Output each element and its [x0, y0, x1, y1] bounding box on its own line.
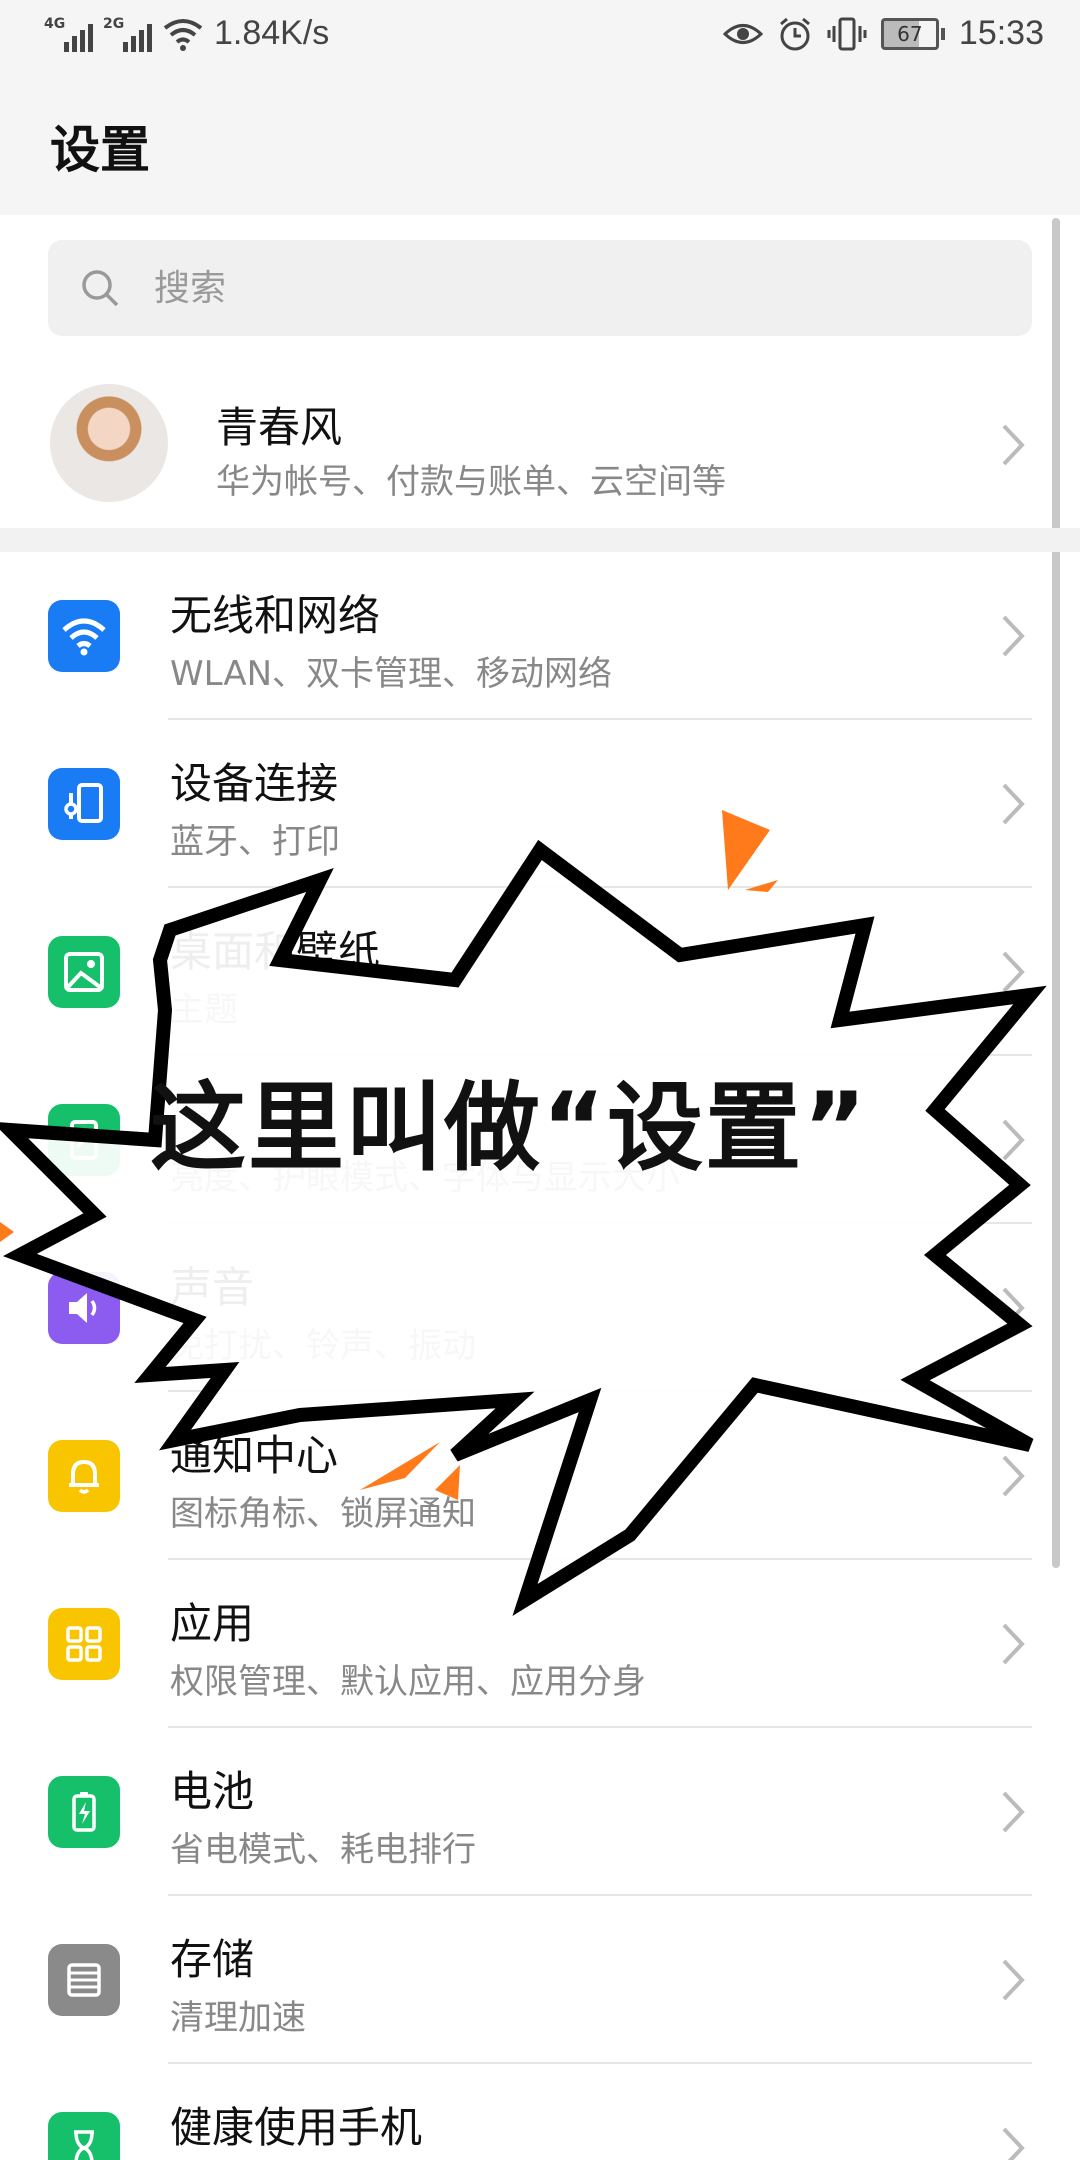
settings-screen: 4G 2G 1.84K/s 67 15:33 设置 搜索 青春风 华为帐号、付款…: [0, 0, 1080, 2160]
clock: 15:33: [958, 14, 1044, 52]
settings-item-wireless[interactable]: 无线和网络 WLAN、双卡管理、移动网络: [0, 552, 1080, 720]
item-subtitle: 蓝牙、打印: [170, 822, 340, 862]
item-title: 健康使用手机: [170, 2103, 423, 2152]
display-icon: [48, 1104, 120, 1176]
item-title: 声音: [170, 1263, 255, 1312]
chevron-right-icon: [1002, 1623, 1025, 1665]
item-title: 应用: [170, 1599, 255, 1648]
wifi-status-icon: [163, 18, 203, 51]
storage-icon: [48, 1944, 120, 2016]
network-speed: 1.84K/s: [214, 14, 330, 52]
item-subtitle: 免打扰、铃声、振动: [170, 1326, 476, 1366]
chevron-right-icon: [1002, 1791, 1025, 1833]
chevron-right-icon: [1002, 2127, 1025, 2160]
item-subtitle: 主题: [170, 990, 238, 1030]
chevron-right-icon: [1002, 424, 1025, 466]
search-icon: [70, 258, 130, 318]
status-right: 67 15:33: [722, 14, 1044, 53]
item-title: 电池: [170, 1767, 255, 1816]
alarm-icon: [779, 17, 810, 50]
eye-comfort-icon: [722, 23, 763, 44]
item-subtitle: 清理加速: [170, 1998, 306, 2038]
network-type-2: 2G: [103, 15, 125, 32]
page-title: 设置: [50, 121, 150, 179]
item-title: 设备连接: [170, 759, 339, 808]
hourglass-icon: [48, 2112, 120, 2160]
status-left: 4G 2G 1.84K/s: [44, 14, 329, 53]
chevron-right-icon: [1002, 1287, 1025, 1329]
item-title: 桌面和壁纸: [170, 927, 381, 976]
chevron-right-icon: [1002, 1959, 1025, 2001]
item-title: 通知中心: [170, 1431, 339, 1480]
profile-subtitle: 华为帐号、付款与账单、云空间等: [216, 462, 726, 502]
wallpaper-icon: [48, 936, 120, 1008]
settings-item-sound[interactable]: 声音 免打扰、铃声、振动: [0, 1224, 1080, 1392]
section-divider: [0, 528, 1080, 552]
chevron-right-icon: [1002, 1119, 1025, 1161]
search-input[interactable]: [152, 266, 976, 310]
network-type-1: 4G: [44, 15, 66, 32]
item-title: 存储: [170, 1935, 255, 1984]
apps-grid-icon: [48, 1608, 120, 1680]
item-subtitle: 权限管理、默认应用、应用分身: [170, 1662, 646, 1702]
vibrate-icon: [827, 17, 867, 50]
chevron-right-icon: [1002, 1455, 1025, 1497]
battery-icon: [48, 1776, 120, 1848]
settings-item-battery[interactable]: 电池 省电模式、耗电排行: [0, 1728, 1080, 1896]
search-bar[interactable]: [48, 240, 1032, 336]
overlay-caption: 这里叫做“设置”: [150, 1072, 869, 1184]
chevron-right-icon: [1002, 783, 1025, 825]
item-subtitle: 省电模式、耗电排行: [170, 1830, 476, 1870]
signal-2g-icon: 2G: [103, 16, 152, 52]
avatar: [50, 384, 168, 502]
settings-item-device-connection[interactable]: 设备连接 蓝牙、打印: [0, 720, 1080, 888]
settings-list: 无线和网络 WLAN、双卡管理、移动网络 设备连接 蓝牙、打印 桌面和壁纸 主题…: [0, 552, 1080, 2160]
chevron-right-icon: [1002, 615, 1025, 657]
battery-icon: 67: [880, 17, 945, 50]
wifi-icon: [48, 600, 120, 672]
profile-row[interactable]: 青春风 华为帐号、付款与账单、云空间等: [0, 370, 1080, 525]
item-subtitle: 图标角标、锁屏通知: [170, 1494, 476, 1534]
settings-item-wallpaper[interactable]: 桌面和壁纸 主题: [0, 888, 1080, 1056]
item-subtitle: WLAN、双卡管理、移动网络: [170, 654, 613, 694]
status-bar: 4G 2G 1.84K/s 67 15:33: [0, 0, 1080, 72]
settings-item-storage[interactable]: 存储 清理加速: [0, 1896, 1080, 2064]
device-connection-icon: [48, 768, 120, 840]
settings-item-digital-balance[interactable]: 健康使用手机: [0, 2064, 1080, 2160]
settings-item-apps[interactable]: 应用 权限管理、默认应用、应用分身: [0, 1560, 1080, 1728]
item-title: 无线和网络: [170, 591, 381, 640]
bell-icon: [48, 1440, 120, 1512]
profile-name: 青春风: [216, 403, 343, 452]
settings-item-notifications[interactable]: 通知中心 图标角标、锁屏通知: [0, 1392, 1080, 1560]
signal-4g-icon: 4G: [44, 16, 93, 52]
header-area: 4G 2G 1.84K/s 67 15:33 设置: [0, 0, 1080, 215]
battery-level: 67: [880, 17, 939, 50]
chevron-right-icon: [1002, 951, 1025, 993]
sound-icon: [48, 1272, 120, 1344]
